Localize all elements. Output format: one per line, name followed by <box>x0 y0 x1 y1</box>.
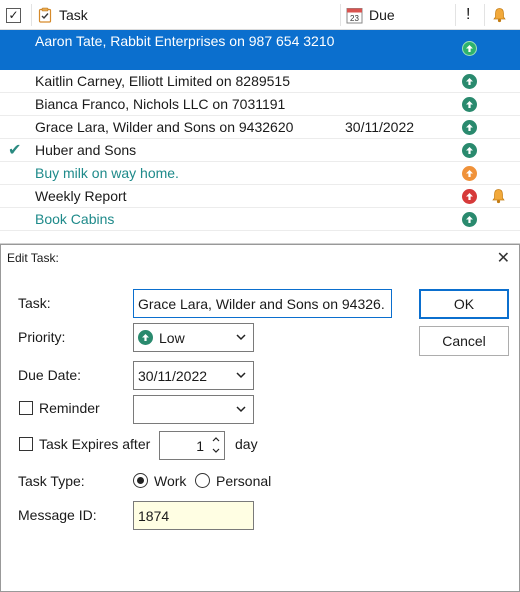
header-due-column[interactable]: 23 Due <box>346 0 395 30</box>
task-row[interactable]: Bianca Franco, Nichols LLC on 7031191 <box>0 93 520 116</box>
priority-low-icon <box>462 41 477 56</box>
close-icon[interactable]: ✕ <box>497 248 510 268</box>
chevron-down-icon <box>236 334 246 341</box>
personal-radio-label: Personal <box>216 473 272 489</box>
reminder-checkbox[interactable] <box>19 401 33 415</box>
header-task-column[interactable]: Task <box>37 0 88 30</box>
bell-icon <box>493 8 506 23</box>
priority-low-icon <box>462 212 477 227</box>
priority-value: Low <box>159 329 185 346</box>
task-row-text: Grace Lara, Wilder and Sons on 9432620 <box>35 119 294 135</box>
reminder-label: Reminder <box>39 400 100 416</box>
priority-low-icon <box>462 74 477 89</box>
task-row[interactable]: ✔ Huber and Sons <box>0 139 520 162</box>
task-list-header: ✓ Task 23 Due ! <box>0 0 520 30</box>
arrow-up-circle-icon <box>138 330 153 345</box>
due-date-value: 30/11/2022 <box>138 367 208 384</box>
priority-low-icon <box>462 120 477 135</box>
task-type-label: Task Type: <box>18 473 85 489</box>
task-row-text: Buy milk on way home. <box>35 165 179 181</box>
expires-stepper[interactable]: 1 <box>159 431 225 460</box>
task-label: Task: <box>18 295 51 311</box>
priority-high-icon <box>462 189 477 204</box>
ok-button[interactable]: OK <box>419 289 509 319</box>
task-row-text: Huber and Sons <box>35 142 137 158</box>
chevron-down-icon[interactable] <box>210 445 222 456</box>
header-due-label: Due <box>369 7 395 23</box>
priority-low-icon <box>462 97 477 112</box>
priority-label: Priority: <box>18 329 66 345</box>
task-input[interactable]: Grace Lara, Wilder and Sons on 94326. <box>133 289 392 318</box>
priority-low-icon <box>462 143 477 158</box>
cancel-button-label: Cancel <box>442 333 486 349</box>
bell-icon <box>492 189 505 204</box>
task-row-text: Book Cabins <box>35 211 115 227</box>
task-input-value: Grace Lara, Wilder and Sons on 94326. <box>138 295 385 312</box>
task-row[interactable]: Aaron Tate, Rabbit Enterprises on 987 65… <box>0 30 520 70</box>
header-priority-column[interactable]: ! <box>466 0 470 30</box>
chevron-up-icon[interactable] <box>210 434 222 445</box>
chevron-down-icon <box>236 406 246 413</box>
task-row[interactable]: Book Cabins <box>0 208 520 231</box>
checkmark-icon: ✔ <box>8 142 22 159</box>
personal-radio[interactable] <box>195 473 210 488</box>
task-row[interactable]: Buy milk on way home. <box>0 162 520 185</box>
header-priority-label: ! <box>466 6 471 23</box>
task-row[interactable]: Weekly Report <box>0 185 520 208</box>
task-list[interactable]: ✓ Task 23 Due ! Aaron Tate, Rabbit Enter… <box>0 0 520 244</box>
expires-value: 1 <box>196 437 204 454</box>
task-row-text: Bianca Franco, Nichols LLC on 7031191 <box>35 96 286 112</box>
message-id-value: 1874 <box>138 507 170 524</box>
expires-unit: day <box>235 436 258 452</box>
due-date-picker[interactable]: 30/11/2022 <box>133 361 254 390</box>
check-icon[interactable]: ✓ <box>6 7 21 23</box>
header-task-label: Task <box>59 7 88 23</box>
header-check-column[interactable]: ✓ <box>6 0 21 30</box>
task-expires-label: Task Expires after <box>39 436 151 452</box>
edit-task-dialog: Edit Task: ✕ Task: Grace Lara, Wilder an… <box>0 244 520 592</box>
due-date-label: Due Date: <box>18 367 82 383</box>
work-radio[interactable] <box>133 473 148 488</box>
clipboard-icon <box>38 7 52 23</box>
task-row-due: 30/11/2022 <box>345 119 415 135</box>
task-row-text: Aaron Tate, Rabbit Enterprises on 987 65… <box>35 33 335 49</box>
task-row[interactable]: Grace Lara, Wilder and Sons on 9432620 3… <box>0 116 520 139</box>
work-radio-label: Work <box>154 473 187 489</box>
dialog-title: Edit Task: <box>7 251 59 265</box>
message-id-field[interactable]: 1874 <box>133 501 254 530</box>
calendar-day-label: 23 <box>350 14 359 23</box>
header-reminder-column[interactable] <box>492 0 507 30</box>
message-id-label: Message ID: <box>18 507 97 523</box>
task-row-text: Kaitlin Carney, Elliott Limited on 82895… <box>35 73 291 89</box>
priority-select[interactable]: Low <box>133 323 254 352</box>
stepper-arrows[interactable] <box>210 434 222 457</box>
cancel-button[interactable]: Cancel <box>419 326 509 356</box>
task-expires-checkbox[interactable] <box>19 437 33 451</box>
task-row-text: Weekly Report <box>35 188 127 204</box>
reminder-select[interactable] <box>133 395 254 424</box>
priority-medium-icon <box>462 166 477 181</box>
ok-button-label: OK <box>453 296 475 312</box>
calendar-icon: 23 <box>346 7 363 23</box>
task-row[interactable]: Kaitlin Carney, Elliott Limited on 82895… <box>0 70 520 93</box>
chevron-down-icon <box>236 372 246 379</box>
